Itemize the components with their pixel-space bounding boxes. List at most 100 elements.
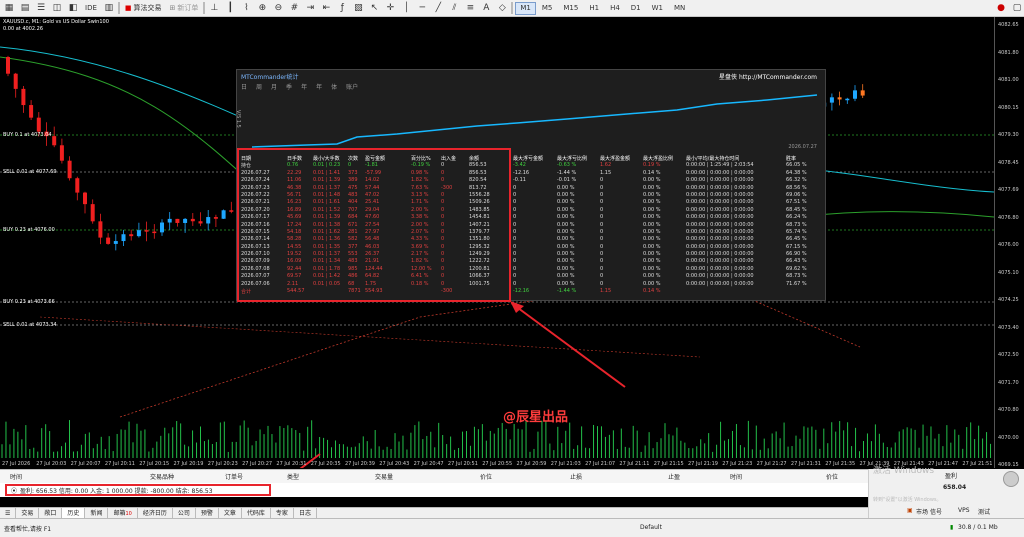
new-order-label: 新订单 [177,4,199,12]
terminal-column-header[interactable]: 价位 [480,472,492,481]
notification-icon[interactable]: ● [994,2,1008,15]
navigator-icon[interactable]: ◫ [50,2,64,15]
settings-icon[interactable]: ▢ [1010,2,1024,15]
stats-cell: 0 [600,191,604,198]
stats-cell: 0.00 % [557,280,575,287]
price-chart[interactable]: XAUUSD.c, M1: Gold vs US Dollar Swin100 … [0,17,994,468]
stats-cell: 1.62 [600,162,612,169]
avatar[interactable] [1003,471,1019,487]
ide-button[interactable]: IDE [82,2,100,15]
terminal-column-header[interactable]: 止损 [570,472,582,481]
terminal-column-header[interactable]: 时间 [10,472,22,481]
popup-tab[interactable]: 周 [256,82,262,91]
timeframe-mn[interactable]: MN [669,2,690,15]
shapes-icon[interactable]: ◇ [495,2,509,15]
mail-count-badge: 10 [125,511,132,517]
templates-icon[interactable]: ▧ [351,2,365,15]
popup-tab[interactable]: 日 [241,82,247,91]
timeframe-m1[interactable]: M1 [515,1,536,15]
time-axis[interactable]: 27 Jul 2026 27 Jul 20:03 27 Jul 20:07 27 Ju… [0,461,994,469]
popup-tab[interactable]: 年 [316,82,322,91]
algo-trading-button[interactable]: ■ 算法交易 [122,2,165,15]
candle-body [213,217,218,219]
new-chart-icon[interactable]: ▦ [2,2,16,15]
terminal-column-header[interactable]: 价位 [826,472,838,481]
popup-tab[interactable]: 体 [331,82,337,91]
terminal-tab-label: 专家 [275,510,288,517]
fibonacci-icon[interactable]: ≡ [463,2,477,15]
crosshair-icon[interactable]: ✛ [383,2,397,15]
popup-tab[interactable]: 月 [271,82,277,91]
price-label: 4077.69 [998,187,1019,193]
stats-cell: 0 [513,228,517,235]
order-label[interactable]: BUY 0.23 at 4076.00 [3,227,55,233]
timeframe-h4[interactable]: H4 [605,2,625,15]
price-axis[interactable]: 4082.65 4081.80 4081.00 4080.15 4079.30 4078.… [994,17,1024,468]
terminal-column-header[interactable]: 止盈 [668,472,680,481]
timeframe-d1[interactable]: D1 [626,2,646,15]
stats-cell: 最大浮盈比例 [643,156,674,162]
timeframe-m15[interactable]: M15 [558,2,583,15]
new-order-button[interactable]: ⊞ 新订单 [167,2,202,15]
grid-icon[interactable]: # [287,2,301,15]
timeframe-w1[interactable]: W1 [647,2,668,15]
balance-summary[interactable]: ⦿ 盈利: 656.53 信用: 0.00 入金: 1 000.00 提款: -… [5,484,271,496]
terminal-column-header[interactable]: 类型 [287,472,299,481]
horizontal-line-icon[interactable]: ─ [415,2,429,15]
timeframe-m5[interactable]: M5 [537,2,558,15]
stats-cell: 0 [513,199,517,206]
line-chart-icon[interactable]: ⌇ [239,2,253,15]
terminal-column-header[interactable]: 订单号 [225,472,243,481]
stats-cell: 0.00 % [557,221,575,228]
stats-cell: 0.00 % [557,265,575,272]
test-button[interactable]: 测试 [978,507,990,516]
zoom-out-icon[interactable]: ⊖ [271,2,285,15]
market-button[interactable]: 市场 [916,507,928,516]
chart-shift-icon[interactable]: ⇤ [319,2,333,15]
history-center-icon[interactable]: ▥ [102,2,116,15]
stats-cell: 0:00:00 | 0:00:00 | 0:00:00 [686,243,754,250]
stats-cell: 0:00:00 | 0:00:00 | 0:00:00 [686,184,754,191]
vertical-line-icon[interactable]: │ [399,2,413,15]
stats-cell: 0.00 % [557,228,575,235]
candlestick-icon[interactable]: ┃ [223,2,237,15]
time-label: 27 Jul 21:15 [653,461,684,467]
candle-body [160,222,164,233]
autoscroll-icon[interactable]: ⇥ [303,2,317,15]
popup-tab[interactable]: 年 [301,82,307,91]
zoom-in-icon[interactable]: ⊕ [255,2,269,15]
time-label: 27 Jul 20:03 [36,461,67,467]
terminal-column-header[interactable]: 交易量 [375,472,393,481]
strategy-tester-icon[interactable]: ◧ [66,2,80,15]
vps-button[interactable]: VPS [958,507,970,514]
trendline-icon[interactable]: ╱ [431,2,445,15]
stats-cell: 0 [513,265,517,272]
price-label: 4073.40 [998,324,1019,331]
order-label[interactable]: SELL 0.01 at 4073.34 [3,322,57,328]
indicators-icon[interactable]: ƒ [335,2,349,15]
timeframe-h1[interactable]: H1 [584,2,604,15]
cursor-icon[interactable]: ↖ [367,2,381,15]
time-label: 27 Jul 20:43 [379,461,410,467]
order-label[interactable]: BUY 0.23 at 4073.66 [3,299,55,305]
channel-icon[interactable]: ⫽ [447,2,461,15]
order-label[interactable]: SELL 0.01 at 4077.69 [3,169,57,175]
text-tool-icon[interactable]: A [479,2,493,15]
time-label: 27 Jul 21:07 [585,461,616,467]
popup-tab[interactable]: 季 [286,82,292,91]
terminal-column-header[interactable]: 交易品种 [150,472,174,481]
time-label: 27 Jul 20:07 [70,461,101,467]
order-label[interactable]: BUY 0.1 at 4073.04 [3,132,52,138]
terminal-column-header[interactable]: 时间 [730,472,742,481]
profiles-icon[interactable]: ▤ [18,2,32,15]
bar-chart-icon[interactable]: ⊥ [207,2,221,15]
connection-icon: ▮ [950,524,954,531]
algo-trading-label: 算法交易 [133,4,162,12]
signals-button[interactable]: 信号 [930,507,942,516]
popup-tab[interactable]: 账户 [346,82,358,91]
stats-cell: 0.00 % [643,258,661,265]
price-label: 4070.80 [998,407,1019,413]
stats-cell: 0:00:00 | 0:00:00 | 0:00:00 [686,280,754,287]
market-watch-icon[interactable]: ☰ [34,2,48,15]
profile-name[interactable]: Default [640,524,662,531]
